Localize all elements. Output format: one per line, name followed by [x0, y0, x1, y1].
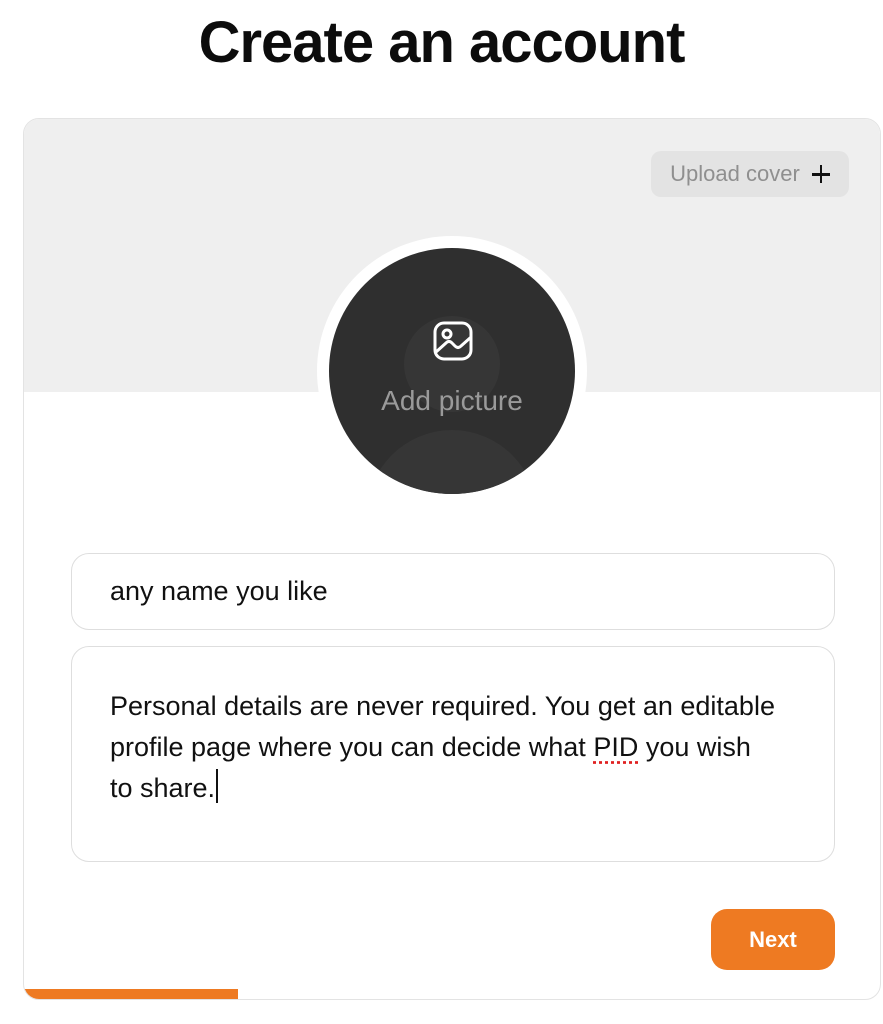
text-cursor: [216, 769, 218, 803]
page-title: Create an account: [198, 10, 686, 75]
misspelled-word: PID: [593, 732, 639, 762]
next-button[interactable]: Next: [711, 909, 835, 970]
name-field: [71, 553, 835, 630]
plus-icon: [811, 165, 830, 183]
upload-cover-button[interactable]: Upload cover: [651, 151, 849, 197]
image-icon: [433, 321, 473, 361]
avatar-placeholder-body: [367, 430, 537, 494]
upload-cover-label: Upload cover: [670, 161, 800, 186]
add-picture-label: Add picture: [381, 385, 523, 416]
progress-fill: [24, 989, 238, 999]
name-input[interactable]: [110, 554, 814, 628]
signup-card: Upload cover Add picture Personal detail…: [23, 118, 881, 1000]
bio-text: Personal details are never required. You…: [110, 686, 780, 809]
add-picture-button[interactable]: Add picture: [329, 248, 575, 494]
progress-bar: [24, 989, 880, 999]
bio-textarea[interactable]: Personal details are never required. You…: [71, 646, 835, 862]
